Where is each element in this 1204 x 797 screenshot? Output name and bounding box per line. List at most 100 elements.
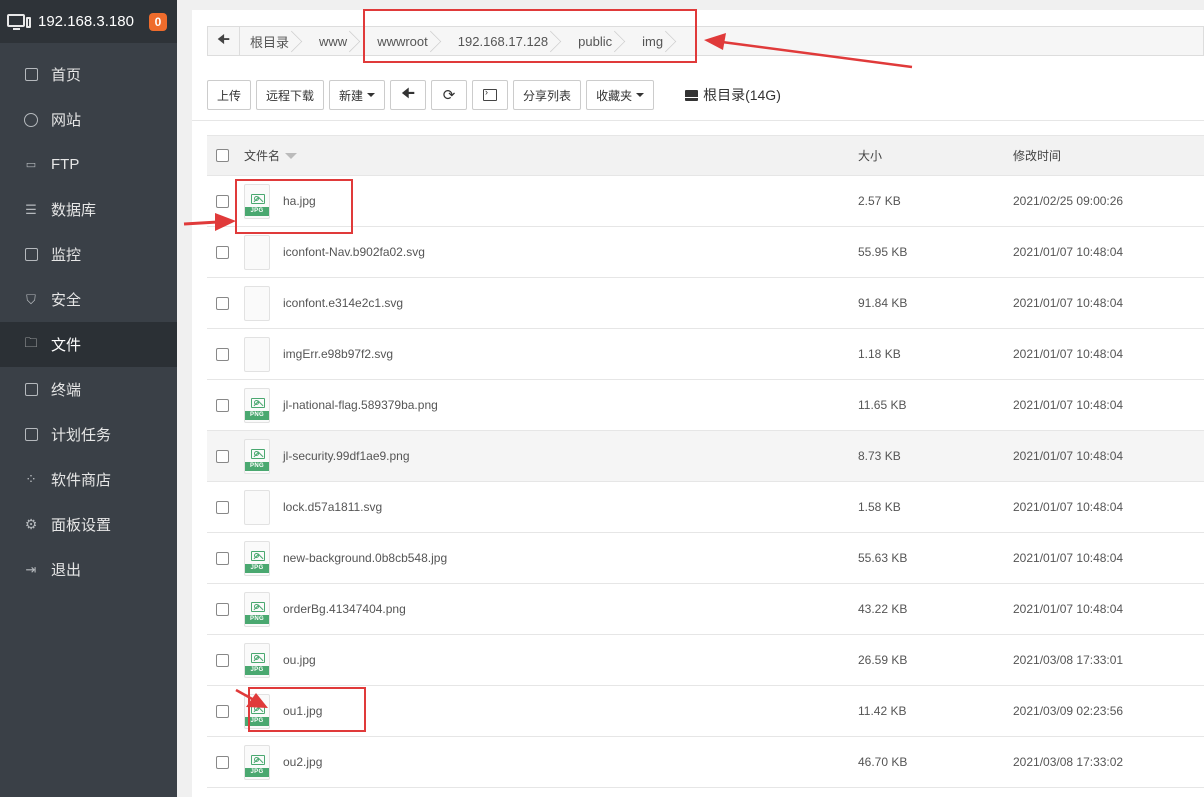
- terminal-icon[interactable]: ›: [472, 80, 509, 110]
- sidebar-item-grid[interactable]: ⁘ 软件商店: [0, 457, 177, 502]
- sidebar-item-home[interactable]: 首页: [0, 52, 177, 97]
- row-checkbox[interactable]: [216, 347, 229, 361]
- monitor-icon: [23, 247, 39, 263]
- row-checkbox[interactable]: [216, 296, 229, 310]
- row-checkbox[interactable]: [216, 245, 229, 259]
- disk-root[interactable]: 根目录(14G): [685, 85, 781, 105]
- file-size: 46.70 KB: [858, 755, 908, 769]
- row-checkbox[interactable]: [216, 653, 229, 667]
- file-icon: [244, 336, 270, 372]
- back-arrow-icon[interactable]: 🠈: [390, 80, 427, 110]
- file-size: 55.95 KB: [858, 245, 908, 259]
- table-row[interactable]: JPG ou2.jpg 46.70 KB 2021/03/08 17:33:02: [207, 737, 1204, 788]
- chevron-down-icon: [367, 93, 376, 97]
- row-checkbox[interactable]: [216, 194, 229, 208]
- image-file-icon: PNG: [244, 438, 270, 474]
- table-row[interactable]: lock.d57a1811.svg 1.58 KB 2021/01/07 10:48…: [207, 482, 1204, 533]
- sidebar-item-monitor[interactable]: 监控: [0, 232, 177, 277]
- name-column-header[interactable]: 文件名: [244, 147, 858, 164]
- sort-icon[interactable]: [285, 152, 298, 159]
- sidebar-item-ftp[interactable]: ▭ FTP: [0, 142, 177, 187]
- sidebar-item-calendar[interactable]: 计划任务: [0, 412, 177, 457]
- file-size: 55.63 KB: [858, 551, 908, 565]
- folder-icon: 🗀: [24, 334, 38, 350]
- file-size: 11.42 KB: [858, 704, 907, 718]
- share-list-button[interactable]: 分享列表: [513, 80, 582, 110]
- table-row[interactable]: PNG jl-security.99df1ae9.png 8.73 KB 2021/0…: [207, 431, 1204, 482]
- file-mtime: 2021/03/08 17:33:02: [1013, 755, 1124, 769]
- row-checkbox[interactable]: [216, 551, 229, 565]
- server-host: 192.168.3.180: [38, 13, 134, 30]
- sidebar-item-database[interactable]: ☰ 数据库: [0, 187, 177, 232]
- sidebar-item-label: FTP: [51, 156, 80, 173]
- table-row[interactable]: JPG ou.jpg 26.59 KB 2021/03/08 17:33:01: [207, 635, 1204, 686]
- mtime-column-header[interactable]: 修改时间: [1013, 147, 1204, 164]
- file-icon: [244, 234, 270, 270]
- favorites-button[interactable]: 收藏夹: [586, 80, 655, 110]
- table-row[interactable]: imgErr.e98b97f2.svg 1.18 KB 2021/01/07 10:…: [207, 329, 1204, 380]
- sidebar-item-label: 网站: [51, 112, 82, 129]
- sidebar-item-shield[interactable]: ⛉ 安全: [0, 277, 177, 322]
- row-checkbox[interactable]: [216, 602, 229, 616]
- image-file-icon: PNG: [244, 387, 270, 423]
- home-icon: [23, 67, 39, 83]
- file-toolbar: 上传 远程下载 新建 🠈 ⟳ › 分享列表 收藏夹 根目录(14G): [207, 80, 781, 110]
- sidebar-item-label: 安全: [51, 292, 82, 309]
- file-mtime: 2021/01/07 10:48:04: [1013, 551, 1124, 565]
- file-name[interactable]: new-background.0b8cb548.jpg: [283, 551, 447, 565]
- upload-button[interactable]: 上传: [207, 80, 252, 110]
- row-checkbox[interactable]: [216, 449, 229, 463]
- table-row[interactable]: JPG ha.jpg 2.57 KB 2021/02/25 09:00:26: [207, 176, 1204, 227]
- table-row[interactable]: PNG jl-national-flag.589379ba.png 11.65 KB…: [207, 380, 1204, 431]
- file-size: 8.73 KB: [858, 449, 901, 463]
- file-name[interactable]: ou2.jpg: [283, 755, 322, 769]
- remote-download-button[interactable]: 远程下载: [256, 80, 325, 110]
- row-checkbox[interactable]: [216, 704, 229, 718]
- file-name[interactable]: orderBg.41347404.png: [283, 602, 406, 616]
- sidebar-item-globe[interactable]: 网站: [0, 97, 177, 142]
- file-name[interactable]: ou.jpg: [283, 653, 316, 667]
- sidebar-item-terminal[interactable]: 终端: [0, 367, 177, 412]
- ftp-icon: ▭: [25, 159, 37, 171]
- table-row[interactable]: PNG orderBg.41347404.png 43.22 KB 2021/01/0…: [207, 584, 1204, 635]
- file-name[interactable]: jl-security.99df1ae9.png: [283, 449, 410, 463]
- image-file-icon: JPG: [244, 642, 270, 678]
- breadcrumb-item[interactable]: 根目录: [240, 27, 301, 55]
- sidebar-item-logout[interactable]: ⇥ 退出: [0, 547, 177, 592]
- breadcrumb: 🠈 根目录 www wwwroot 192.168.17.128 public img: [207, 26, 1204, 56]
- disk-icon: [685, 89, 699, 101]
- breadcrumb-item[interactable]: www: [301, 27, 359, 55]
- file-name[interactable]: iconfont.e314e2c1.svg: [283, 296, 403, 310]
- file-mtime: 2021/01/07 10:48:04: [1013, 296, 1124, 310]
- new-button[interactable]: 新建: [329, 80, 386, 110]
- favorites-button-label: 收藏夹: [596, 88, 633, 103]
- sidebar-item-label: 计划任务: [51, 427, 112, 444]
- sidebar-item-label: 首页: [51, 67, 82, 84]
- annotation-box-ou1: [248, 687, 366, 732]
- table-row[interactable]: JPG new-background.0b8cb548.jpg 55.63 KB 20…: [207, 533, 1204, 584]
- sidebar-item-folder[interactable]: 🗀 文件: [0, 322, 177, 367]
- table-row[interactable]: iconfont-Nav.b902fa02.svg 55.95 KB 2021/01…: [207, 227, 1204, 278]
- file-size: 43.22 KB: [858, 602, 908, 616]
- table-row[interactable]: iconfont.e314e2c1.svg 91.84 KB 2021/01/07 …: [207, 278, 1204, 329]
- row-checkbox[interactable]: [216, 755, 229, 769]
- sidebar-item-gear[interactable]: ⚙ 面板设置: [0, 502, 177, 547]
- file-name[interactable]: iconfont-Nav.b902fa02.svg: [283, 245, 425, 259]
- file-name[interactable]: jl-national-flag.589379ba.png: [283, 398, 438, 412]
- disk-label: 根目录(14G): [703, 87, 781, 103]
- select-all-checkbox[interactable]: [216, 149, 229, 162]
- refresh-icon[interactable]: ⟳: [431, 80, 468, 110]
- image-file-icon: PNG: [244, 591, 270, 627]
- file-name[interactable]: lock.d57a1811.svg: [283, 500, 382, 514]
- sidebar-item-label: 软件商店: [51, 472, 112, 489]
- path-back-icon[interactable]: 🠈: [208, 27, 240, 55]
- database-icon: ☰: [25, 201, 37, 217]
- row-checkbox[interactable]: [216, 500, 229, 514]
- shield-icon: ⛉: [26, 291, 36, 307]
- file-size: 26.59 KB: [858, 653, 908, 667]
- file-name[interactable]: imgErr.e98b97f2.svg: [283, 347, 393, 361]
- row-checkbox[interactable]: [216, 398, 229, 412]
- notification-badge[interactable]: 0: [149, 12, 167, 31]
- file-size: 1.58 KB: [858, 500, 901, 514]
- size-column-header[interactable]: 大小: [858, 147, 1013, 164]
